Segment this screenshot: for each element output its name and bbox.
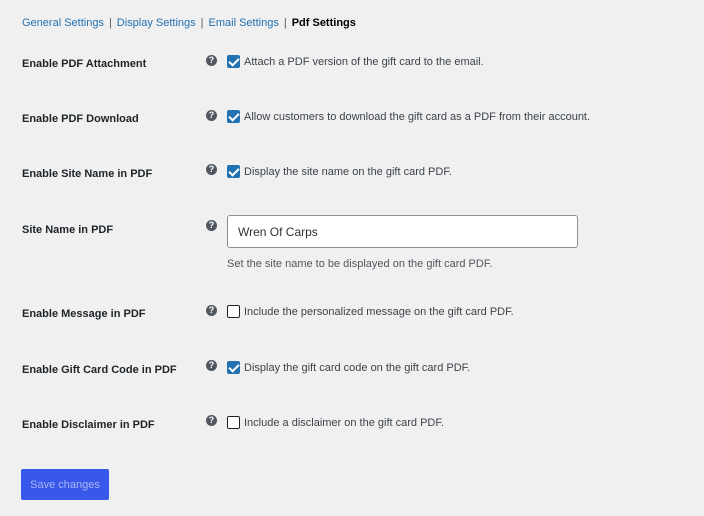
- pdf-attachment-checkbox[interactable]: [227, 55, 240, 68]
- help-tip-icon[interactable]: ?: [206, 220, 217, 231]
- disclaimer-checkbox-label[interactable]: Include a disclaimer on the gift card PD…: [244, 417, 444, 429]
- gift-code-checkbox[interactable]: [227, 361, 240, 374]
- field-label: Enable Message in PDF: [22, 308, 146, 320]
- subnav-separator: |: [108, 17, 112, 29]
- disclaimer-checkbox[interactable]: [227, 416, 240, 429]
- message-checkbox-label[interactable]: Include the personalized message on the …: [244, 306, 514, 318]
- message-checkbox[interactable]: [227, 305, 240, 318]
- field-label: Enable PDF Download: [22, 113, 139, 125]
- pdf-attachment-checkbox-label[interactable]: Attach a PDF version of the gift card to…: [244, 56, 484, 68]
- field-label: Enable Disclaimer in PDF: [22, 419, 155, 431]
- help-tip-icon[interactable]: ?: [206, 415, 217, 426]
- site-name-description: Set the site name to be displayed on the…: [227, 258, 493, 270]
- save-changes-button[interactable]: Save changes: [21, 469, 109, 500]
- site-name-input[interactable]: [227, 215, 578, 248]
- site-name-enable-checkbox[interactable]: [227, 165, 240, 178]
- subnav-separator: |: [200, 17, 204, 29]
- tab-pdf-settings[interactable]: Pdf Settings: [292, 17, 356, 29]
- field-label: Enable PDF Attachment: [22, 58, 147, 70]
- gift-code-checkbox-label[interactable]: Display the gift card code on the gift c…: [244, 362, 470, 374]
- help-tip-icon[interactable]: ?: [206, 360, 217, 371]
- field-label: Enable Gift Card Code in PDF: [22, 364, 177, 376]
- tab-display-settings[interactable]: Display Settings: [117, 17, 196, 29]
- help-tip-icon[interactable]: ?: [206, 164, 217, 175]
- tab-email-settings[interactable]: Email Settings: [209, 17, 279, 29]
- help-tip-icon[interactable]: ?: [206, 55, 217, 66]
- field-label: Site Name in PDF: [22, 224, 114, 236]
- site-name-enable-checkbox-label[interactable]: Display the site name on the gift card P…: [244, 166, 452, 178]
- help-tip-icon[interactable]: ?: [206, 305, 217, 316]
- field-label: Enable Site Name in PDF: [22, 168, 153, 180]
- subnav-separator: |: [283, 17, 287, 29]
- help-tip-icon[interactable]: ?: [206, 110, 217, 121]
- settings-subnav: General Settings | Display Settings | Email …: [22, 16, 356, 30]
- pdf-download-checkbox[interactable]: [227, 110, 240, 123]
- tab-general-settings[interactable]: General Settings: [22, 17, 104, 29]
- pdf-download-checkbox-label[interactable]: Allow customers to download the gift car…: [244, 111, 590, 123]
